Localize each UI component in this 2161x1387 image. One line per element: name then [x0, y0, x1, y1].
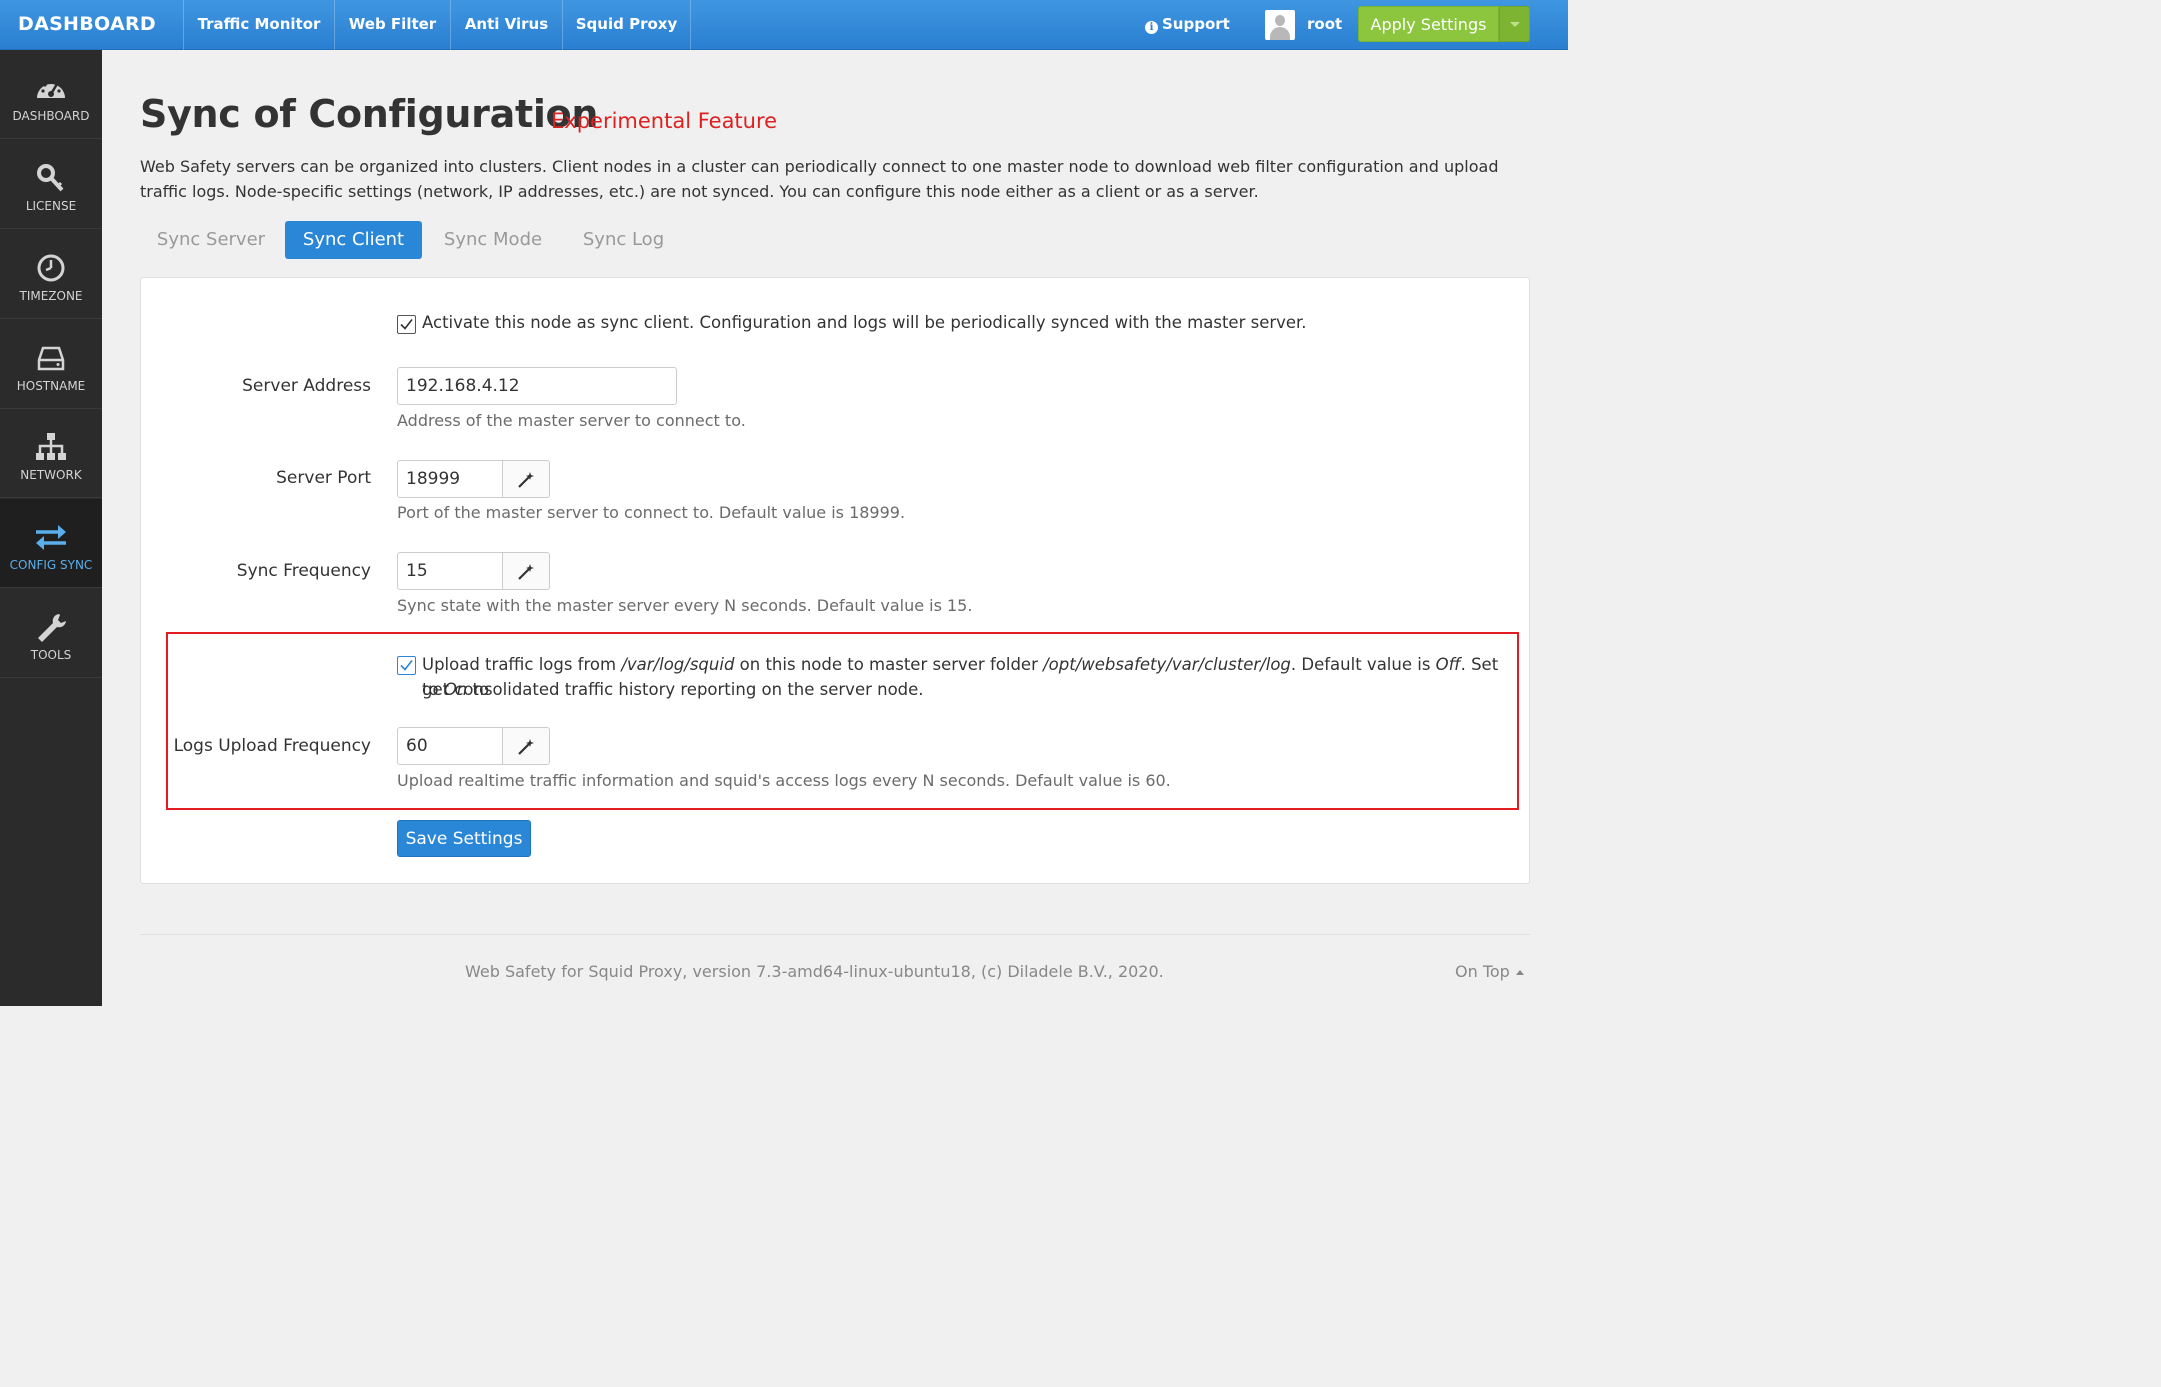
clock-icon: [37, 254, 65, 282]
checkmark-icon: [400, 660, 413, 671]
activate-client-checkbox[interactable]: [397, 315, 416, 334]
sidebar-item-label: HOSTNAME: [16, 379, 86, 393]
sidebar-item-label: TOOLS: [30, 648, 72, 662]
magic-wand-icon: [518, 472, 534, 488]
sidebar-item-tools[interactable]: TOOLS: [0, 589, 102, 678]
magic-wand-icon: [518, 739, 534, 755]
sidebar-item-timezone[interactable]: TIMEZONE: [0, 230, 102, 319]
save-settings-button[interactable]: Save Settings: [397, 820, 531, 857]
support-link[interactable]: i Support: [1145, 0, 1230, 50]
magic-wand-icon: [518, 564, 534, 580]
sync-arrows-icon: [36, 525, 66, 550]
hard-drive-icon: [37, 346, 65, 371]
caret-up-icon: [1515, 970, 1524, 975]
sidebar: DASHBOARD LICENSE TIMEZONE HOSTNAME NETW…: [0, 50, 102, 1006]
sidebar-item-network[interactable]: NETWORK: [0, 409, 102, 498]
network-icon: [36, 433, 66, 460]
logs-upload-frequency-input[interactable]: 60: [397, 727, 503, 765]
apply-settings-button[interactable]: Apply Settings: [1358, 6, 1499, 42]
logs-upload-frequency-reset-button[interactable]: [503, 727, 550, 765]
support-label: Support: [1162, 15, 1230, 33]
server-port-input[interactable]: 18999: [397, 460, 503, 498]
sidebar-item-label: NETWORK: [20, 468, 82, 482]
server-address-input[interactable]: 192.168.4.12: [397, 367, 677, 405]
user-avatar-icon[interactable]: [1265, 10, 1295, 40]
server-address-help: Address of the master server to connect …: [397, 411, 746, 430]
nav-traffic-monitor[interactable]: Traffic Monitor: [184, 0, 335, 50]
sidebar-item-license[interactable]: LICENSE: [0, 140, 102, 229]
user-menu[interactable]: root: [1307, 0, 1342, 48]
footer-text: Web Safety for Squid Proxy, version 7.3-…: [465, 962, 1164, 981]
upload-logs-label-line2: get consolidated traffic history reporti…: [422, 680, 924, 699]
page-intro: Web Safety servers can be organized into…: [140, 157, 1499, 201]
sidebar-item-label: DASHBOARD: [12, 109, 90, 123]
sidebar-item-dashboard[interactable]: DASHBOARD: [0, 50, 102, 139]
speedometer-icon: [37, 80, 65, 98]
top-navbar: DASHBOARD Traffic Monitor Web Filter Ant…: [0, 0, 1568, 50]
nav-web-filter[interactable]: Web Filter: [335, 0, 451, 50]
sidebar-item-hostname[interactable]: HOSTNAME: [0, 320, 102, 409]
wrench-icon: [38, 614, 66, 642]
upload-logs-checkbox[interactable]: [397, 656, 416, 675]
logs-upload-frequency-label: Logs Upload Frequency: [173, 736, 371, 756]
server-address-label: Server Address: [242, 376, 371, 396]
brand-link[interactable]: DASHBOARD: [0, 0, 184, 50]
tab-sync-mode[interactable]: Sync Mode: [430, 221, 556, 259]
sync-frequency-reset-button[interactable]: [503, 552, 550, 590]
sync-frequency-label: Sync Frequency: [236, 561, 371, 581]
server-port-label: Server Port: [276, 468, 371, 488]
sync-frequency-input[interactable]: 15: [397, 552, 503, 590]
log-source-path: /var/log/squid: [621, 655, 735, 674]
nav-anti-virus[interactable]: Anti Virus: [451, 0, 563, 50]
info-icon: i: [1145, 21, 1158, 34]
sidebar-item-label: LICENSE: [25, 199, 77, 213]
on-top-link[interactable]: On Top: [1455, 962, 1524, 981]
sidebar-item-label: TIMEZONE: [19, 289, 83, 303]
tab-sync-server[interactable]: Sync Server: [145, 221, 277, 259]
logs-upload-frequency-help: Upload realtime traffic information and …: [397, 771, 1171, 790]
activate-client-label: Activate this node as sync client. Confi…: [422, 313, 1307, 332]
log-dest-path: /opt/websafety/var/cluster/log: [1043, 655, 1291, 674]
page-title: Sync of Configuration: [140, 92, 599, 136]
key-icon: [37, 164, 64, 192]
sidebar-item-label: CONFIG SYNC: [9, 558, 93, 572]
sidebar-item-config-sync[interactable]: CONFIG SYNC: [0, 499, 102, 588]
server-port-reset-button[interactable]: [503, 460, 550, 498]
tab-sync-log[interactable]: Sync Log: [566, 221, 681, 259]
server-port-help: Port of the master server to connect to.…: [397, 503, 906, 522]
nav-squid-proxy[interactable]: Squid Proxy: [563, 0, 691, 50]
experimental-badge: Experimental Feature: [551, 109, 778, 133]
checkmark-icon: [400, 319, 413, 330]
apply-settings-dropdown-toggle[interactable]: [1499, 6, 1530, 42]
sync-frequency-help: Sync state with the master server every …: [397, 596, 973, 615]
footer-divider: [140, 934, 1530, 935]
tab-sync-client[interactable]: Sync Client: [285, 221, 422, 259]
